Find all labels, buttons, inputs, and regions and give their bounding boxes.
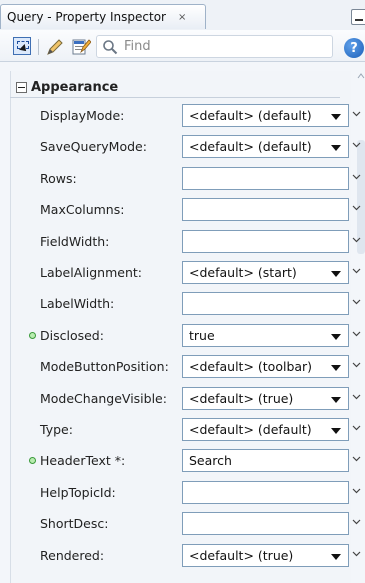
property-label: Rows: xyxy=(40,170,77,186)
chevron-down-icon[interactable] xyxy=(352,392,361,401)
property-value: Search xyxy=(189,453,232,469)
chevron-down-icon[interactable] xyxy=(352,329,361,338)
property-input[interactable] xyxy=(182,480,349,504)
chevron-down-icon[interactable] xyxy=(352,423,361,432)
property-dropdown[interactable]: <default> (default) xyxy=(182,418,349,441)
property-label: Rendered: xyxy=(40,547,105,563)
find-input[interactable] xyxy=(118,39,324,54)
search-icon xyxy=(103,39,118,54)
help-icon[interactable]: ? xyxy=(344,38,364,58)
modified-indicator-icon xyxy=(29,457,36,465)
dropdown-arrow-icon[interactable] xyxy=(331,271,341,277)
chevron-down-icon[interactable] xyxy=(352,172,361,181)
property-input[interactable] xyxy=(182,292,349,316)
property-row: HelpTopicId: xyxy=(10,477,365,508)
property-row: LabelWidth: xyxy=(10,288,365,319)
property-label: MaxColumns: xyxy=(40,202,125,218)
property-input[interactable] xyxy=(182,512,349,536)
property-dropdown[interactable]: <default> (true) xyxy=(182,386,349,410)
property-input[interactable] xyxy=(182,198,349,222)
property-dropdown[interactable]: true xyxy=(182,323,349,347)
property-dropdown[interactable]: <default> (true) xyxy=(182,543,349,567)
property-label: HelpTopicId: xyxy=(40,484,116,500)
toolbar-separator xyxy=(38,39,39,55)
property-label: Type: xyxy=(40,422,73,437)
section-appearance[interactable]: Appearance xyxy=(10,77,340,98)
property-dropdown[interactable]: <default> (start) xyxy=(182,261,349,284)
property-label: Disclosed: xyxy=(40,327,104,343)
property-row: Type: <default> (default) xyxy=(10,414,365,445)
property-input[interactable] xyxy=(182,166,349,190)
property-row: DisplayMode: <default> (default) xyxy=(10,100,365,131)
property-row: Rendered: <default> (true) xyxy=(10,540,365,571)
chevron-down-icon[interactable] xyxy=(352,360,361,369)
dropdown-arrow-icon[interactable] xyxy=(331,553,341,560)
property-row: ModeButtonPosition: <default> (toolbar) xyxy=(10,351,365,382)
property-dropdown[interactable]: <default> (toolbar) xyxy=(182,355,349,379)
property-row: SaveQueryMode: <default> (default) xyxy=(10,131,365,162)
chevron-down-icon[interactable] xyxy=(352,235,361,244)
property-input[interactable]: Search xyxy=(182,449,349,473)
property-input[interactable] xyxy=(182,229,349,253)
property-dropdown[interactable]: <default> (default) xyxy=(182,135,349,159)
property-label: SaveQueryMode: xyxy=(40,139,147,155)
property-row: FieldWidth: xyxy=(10,226,365,257)
property-row: ModeChangeVisible: <default> (true) xyxy=(10,383,365,414)
property-label: ModeButtonPosition: xyxy=(40,359,169,375)
chevron-down-icon[interactable] xyxy=(352,517,361,526)
close-icon[interactable]: × xyxy=(178,12,186,23)
property-value: <default> (toolbar) xyxy=(189,359,313,375)
chevron-down-icon[interactable] xyxy=(352,266,361,275)
toolbar: ? xyxy=(0,30,365,62)
tab-title: Query - Property Inspector xyxy=(7,10,166,24)
property-value: true xyxy=(189,327,215,343)
property-value: <default> (default) xyxy=(189,108,312,123)
dropdown-arrow-icon[interactable] xyxy=(331,396,341,403)
collapse-icon[interactable] xyxy=(16,82,27,93)
property-row: Disclosed: true xyxy=(10,320,365,351)
chevron-down-icon[interactable] xyxy=(352,203,361,212)
chevron-down-icon[interactable] xyxy=(352,549,361,558)
property-value: <default> (default) xyxy=(189,139,312,155)
minimize-icon[interactable] xyxy=(351,9,365,25)
property-row: MaxColumns: xyxy=(10,194,365,225)
property-row: HeaderText *: Search xyxy=(10,445,365,476)
chevron-down-icon[interactable] xyxy=(352,486,361,495)
select-node-icon[interactable] xyxy=(13,37,31,55)
dropdown-arrow-icon[interactable] xyxy=(331,365,341,372)
section-title: Appearance xyxy=(31,80,119,95)
property-label: FieldWidth: xyxy=(40,233,110,249)
chevron-down-icon[interactable] xyxy=(352,140,361,149)
chevron-down-icon[interactable] xyxy=(352,454,361,463)
property-dropdown[interactable]: <default> (default) xyxy=(182,104,349,127)
tab-bar: Query - Property Inspector × xyxy=(0,0,365,30)
property-label: ShortDesc: xyxy=(40,516,109,532)
chevron-down-icon[interactable] xyxy=(352,109,361,118)
property-label: HeaderText *: xyxy=(40,453,126,469)
property-label: ModeChangeVisible: xyxy=(40,390,167,406)
property-value: <default> (start) xyxy=(189,265,297,280)
property-row: LabelAlignment: <default> (start) xyxy=(10,257,365,288)
edit-page-icon[interactable] xyxy=(71,36,91,56)
dropdown-arrow-icon[interactable] xyxy=(331,145,341,152)
tab-property-inspector[interactable]: Query - Property Inspector × xyxy=(0,4,206,29)
scroll-up-icon[interactable] xyxy=(357,72,365,80)
modified-indicator-icon xyxy=(29,331,36,339)
pencil-icon[interactable] xyxy=(45,37,65,57)
property-label: LabelAlignment: xyxy=(40,265,142,280)
property-value: <default> (default) xyxy=(189,422,312,437)
property-label: LabelWidth: xyxy=(40,296,115,312)
property-row: Rows: xyxy=(10,163,365,194)
property-label: DisplayMode: xyxy=(40,108,125,123)
property-value: <default> (true) xyxy=(189,390,294,406)
dropdown-arrow-icon[interactable] xyxy=(331,333,341,340)
dropdown-arrow-icon[interactable] xyxy=(331,428,341,434)
find-field[interactable] xyxy=(96,35,333,58)
dropdown-arrow-icon[interactable] xyxy=(331,114,341,120)
property-row: ShortDesc: xyxy=(10,508,365,539)
property-value: <default> (true) xyxy=(189,547,294,563)
chevron-down-icon[interactable] xyxy=(352,297,361,306)
